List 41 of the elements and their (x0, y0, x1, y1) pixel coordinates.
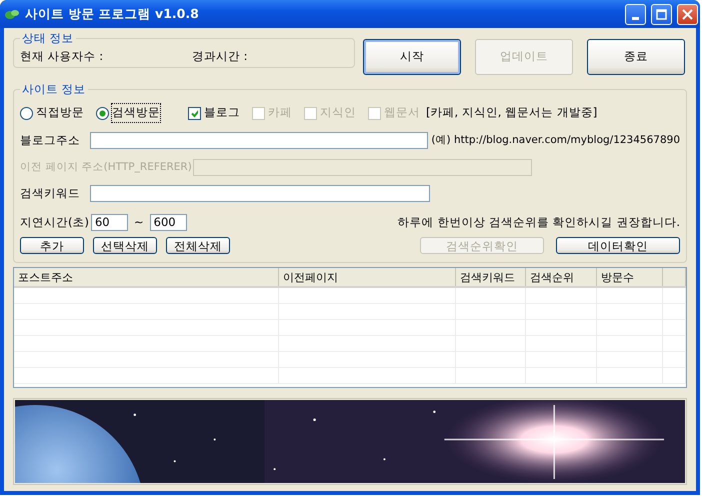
group-title: 상태 정보 (20, 31, 76, 45)
column-header[interactable]: 방문수 (597, 268, 663, 286)
column-header[interactable]: 검색순위 (526, 268, 597, 286)
field-label: 지연시간(초) (20, 214, 89, 231)
check-icon (191, 108, 198, 118)
radio-option[interactable]: 검색방문 (96, 104, 160, 122)
post-list[interactable]: 포스트주소 이전페이지 검색키워드 검색순위 방문수 (13, 267, 687, 388)
action-button[interactable]: 추가 (20, 237, 84, 254)
maximize-button[interactable] (651, 4, 672, 24)
minimize-button[interactable] (625, 4, 646, 24)
checkbox-option[interactable]: 블로그 (188, 104, 240, 122)
note-text: [카페, 지식인, 웹문서는 개발중] (426, 104, 598, 122)
action-button[interactable]: 시작 (363, 39, 461, 75)
advice-text: 하루에 한번이상 검색순위를 확인하시길 권장합니다. (398, 214, 680, 231)
example-text: (예) http://blog.naver.com/myblog/1234567890 (431, 132, 680, 148)
action-button[interactable]: 전체삭제 (166, 237, 230, 254)
status-label: 현재 사용자수 : (20, 48, 104, 65)
field-label: 이전 페이지 주소(HTTP_REFERER) (20, 160, 193, 175)
keyword-field[interactable] (90, 185, 430, 202)
window-title: 사이트 방문 프로그램 v1.0.8 (25, 4, 200, 23)
close-icon (682, 8, 693, 20)
status-label: 경과시간 : (192, 48, 248, 65)
column-header[interactable]: 검색키워드 (456, 268, 526, 286)
action-button[interactable]: 데이터확인 (556, 237, 680, 254)
leaf-icon (4, 7, 20, 21)
radio-option[interactable]: 직접방문 (20, 104, 84, 122)
field-label: 블로그주소 (20, 132, 81, 149)
group-title: 사이트 정보 (20, 82, 88, 96)
column-header[interactable]: 포스트주소 (14, 268, 279, 286)
close-button[interactable] (677, 4, 698, 24)
action-button[interactable]: 선택삭제 (93, 237, 157, 254)
action-button[interactable]: 종료 (587, 39, 685, 75)
field-label: 검색키워드 (20, 184, 81, 202)
blog-url-field[interactable] (90, 132, 428, 149)
delay-max-field[interactable]: 600 (150, 214, 187, 231)
column-header[interactable]: 이전페이지 (279, 268, 456, 286)
minimize-icon (632, 16, 639, 20)
delay-min-field[interactable]: 60 (90, 214, 128, 231)
range-separator: ~ (134, 214, 144, 231)
radio-dot-icon (99, 110, 106, 116)
maximize-icon (656, 8, 667, 20)
